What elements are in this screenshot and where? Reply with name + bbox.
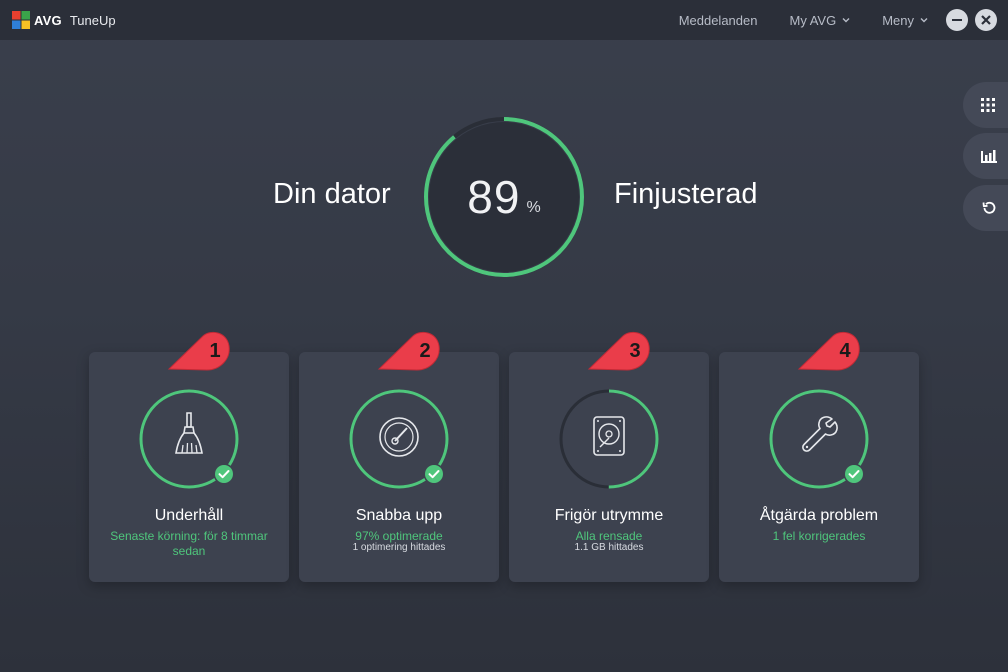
feature-card-3[interactable]: Frigör utrymme Alla rensade 1.1 GB hittade… xyxy=(509,352,709,582)
card-status: Senaste körning: för 8 timmar sedan xyxy=(110,529,268,558)
hero-right-text: Finjusterad xyxy=(614,178,758,210)
title-bar: AVG TuneUp Meddelanden My AVG Meny xyxy=(0,0,1008,40)
step-badge-number: 4 xyxy=(839,340,851,362)
undo-icon xyxy=(982,201,996,214)
nav-notifications[interactable]: Meddelanden xyxy=(679,13,758,28)
card-title: Frigör utrymme xyxy=(554,507,664,524)
step-badge-number: 1 xyxy=(209,340,221,362)
card-title: Snabba upp xyxy=(355,507,443,524)
side-undo-button[interactable] xyxy=(963,185,1008,231)
close-button[interactable] xyxy=(975,9,997,31)
apps-grid-icon xyxy=(981,98,995,112)
score-value: 89 xyxy=(467,171,521,223)
chevron-down-icon xyxy=(842,18,850,23)
chevron-down-icon xyxy=(920,18,928,23)
score-unit: % xyxy=(526,199,541,216)
side-stats-button[interactable] xyxy=(963,133,1008,179)
hard-drive-icon xyxy=(593,416,625,456)
product-name: TuneUp xyxy=(69,12,116,28)
side-apps-button[interactable] xyxy=(963,82,1008,128)
speedometer-icon xyxy=(379,417,419,457)
score-readout: 89 % xyxy=(424,117,584,277)
checkmark-icon xyxy=(213,463,235,485)
step-badge-number: 3 xyxy=(629,340,641,362)
feature-card-4[interactable]: Åtgärda problem 1 fel korrigerades xyxy=(719,352,919,582)
broom-icon xyxy=(175,412,203,454)
checkmark-icon xyxy=(843,463,865,485)
card-detail: 1 optimering hittades xyxy=(352,542,446,553)
feature-card-1[interactable]: Underhåll Senaste körning: för 8 timmar s… xyxy=(89,352,289,582)
card-progress-ring xyxy=(559,389,659,489)
card-detail: 1.1 GB hittades xyxy=(574,542,644,553)
card-status: 1 fel korrigerades xyxy=(772,529,866,543)
card-title: Åtgärda problem xyxy=(759,507,879,524)
avg-logo-icon xyxy=(12,11,30,29)
close-icon xyxy=(981,15,991,25)
feature-card-2[interactable]: Snabba upp 97% optimerade 1 optimering hit… xyxy=(299,352,499,582)
app-logo: AVG TuneUp xyxy=(12,11,116,29)
minimize-button[interactable] xyxy=(946,9,968,31)
hero-left-text: Din dator xyxy=(273,178,391,210)
nav-menu[interactable]: Meny xyxy=(882,13,928,28)
wrench-icon xyxy=(802,416,838,452)
nav-menu-label: Meny xyxy=(882,12,914,28)
nav-my-avg[interactable]: My AVG xyxy=(789,13,850,28)
nav-notifications-label: Meddelanden xyxy=(678,12,758,28)
nav-my-avg-label: My AVG xyxy=(789,12,837,28)
minimize-icon xyxy=(952,19,962,21)
brand-name: AVG xyxy=(34,12,62,28)
step-badge-number: 2 xyxy=(419,340,431,362)
bar-chart-icon xyxy=(981,150,997,163)
card-title: Underhåll xyxy=(154,507,224,524)
checkmark-icon xyxy=(423,463,445,485)
top-nav: Meddelanden My AVG Meny xyxy=(647,0,928,40)
